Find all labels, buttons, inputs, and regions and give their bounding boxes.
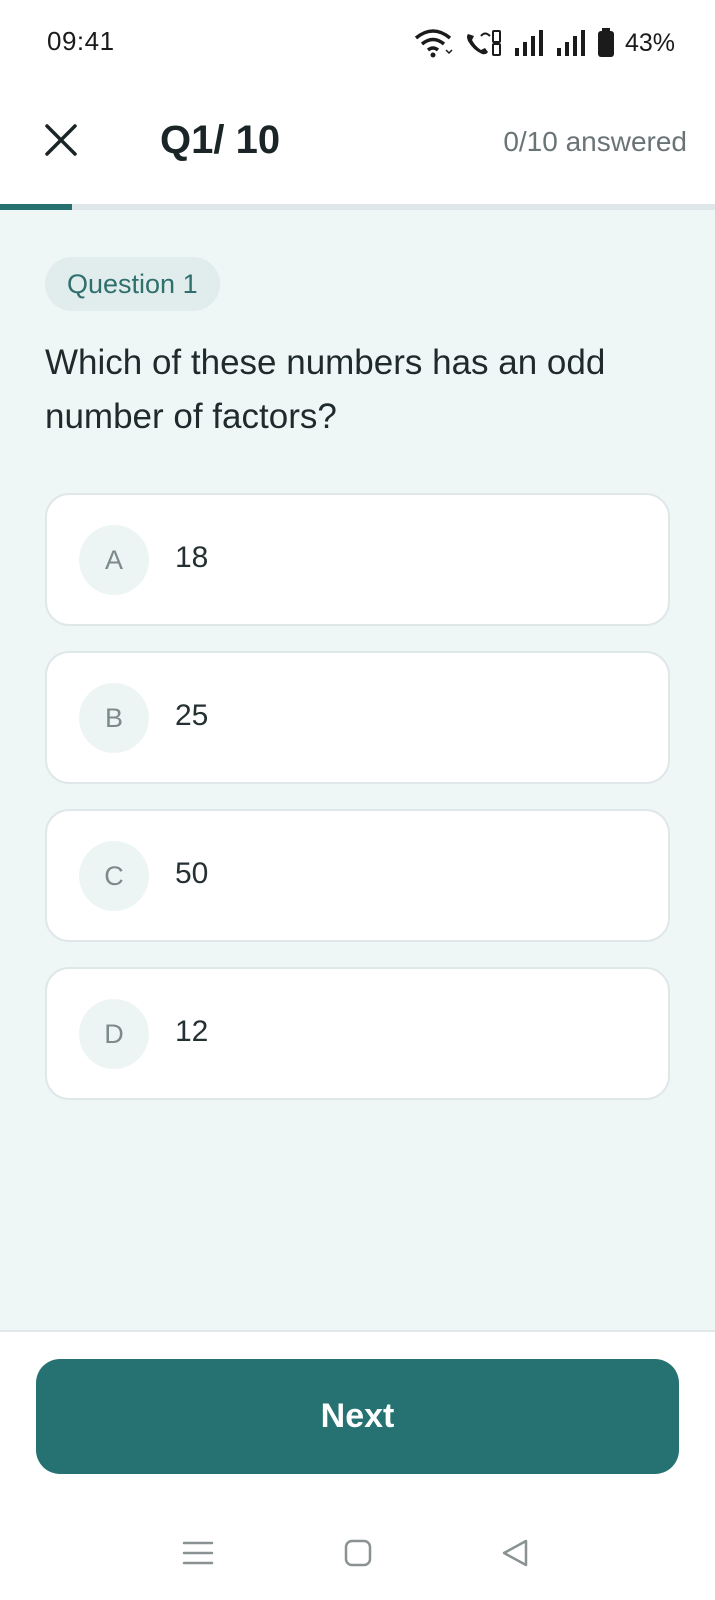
- next-button[interactable]: Next: [36, 1359, 679, 1474]
- option-text: 50: [175, 857, 209, 890]
- option-letter: A: [79, 525, 149, 595]
- answered-status: 0/10 answered: [503, 126, 687, 157]
- close-button[interactable]: [40, 121, 82, 163]
- answer-options: A 18 B 25 C 50 D 12: [45, 493, 670, 1125]
- option-text: 25: [175, 699, 209, 732]
- close-icon: [44, 123, 78, 162]
- question-counter: Q1/ 10: [160, 118, 281, 162]
- option-text: 18: [175, 541, 209, 574]
- volte-call-icon: [463, 28, 503, 58]
- home-button[interactable]: [338, 1535, 378, 1575]
- option-d[interactable]: D 12: [45, 967, 670, 1100]
- question-area: Question 1 Which of these numbers has an…: [0, 210, 715, 1330]
- footer-divider: [0, 1330, 715, 1332]
- back-icon: [500, 1537, 532, 1574]
- option-text: 12: [175, 1015, 209, 1048]
- status-icons: 43%: [413, 26, 675, 60]
- signal-icon-sim2: [555, 28, 587, 58]
- option-a[interactable]: A 18: [45, 493, 670, 626]
- option-letter: B: [79, 683, 149, 753]
- battery-icon: [597, 28, 615, 58]
- option-b[interactable]: B 25: [45, 651, 670, 784]
- recent-apps-button[interactable]: [178, 1535, 218, 1575]
- question-text: Which of these numbers has an odd number…: [45, 343, 606, 436]
- option-c[interactable]: C 50: [45, 809, 670, 942]
- signal-icon-sim1: [513, 28, 545, 58]
- option-letter: C: [79, 841, 149, 911]
- back-button[interactable]: [496, 1535, 536, 1575]
- quiz-header: Q1/ 10 0/10 answered: [0, 88, 715, 204]
- home-icon: [342, 1537, 374, 1574]
- question-tag: Question 1: [45, 257, 220, 311]
- system-nav-bar: [0, 1500, 715, 1600]
- status-time: 09:41: [47, 26, 115, 56]
- recent-apps-icon: [182, 1537, 214, 1574]
- status-bar: 09:41 43%: [0, 0, 715, 88]
- battery-percentage: 43%: [624, 28, 675, 57]
- option-letter: D: [79, 999, 149, 1069]
- wifi-icon: [413, 28, 453, 58]
